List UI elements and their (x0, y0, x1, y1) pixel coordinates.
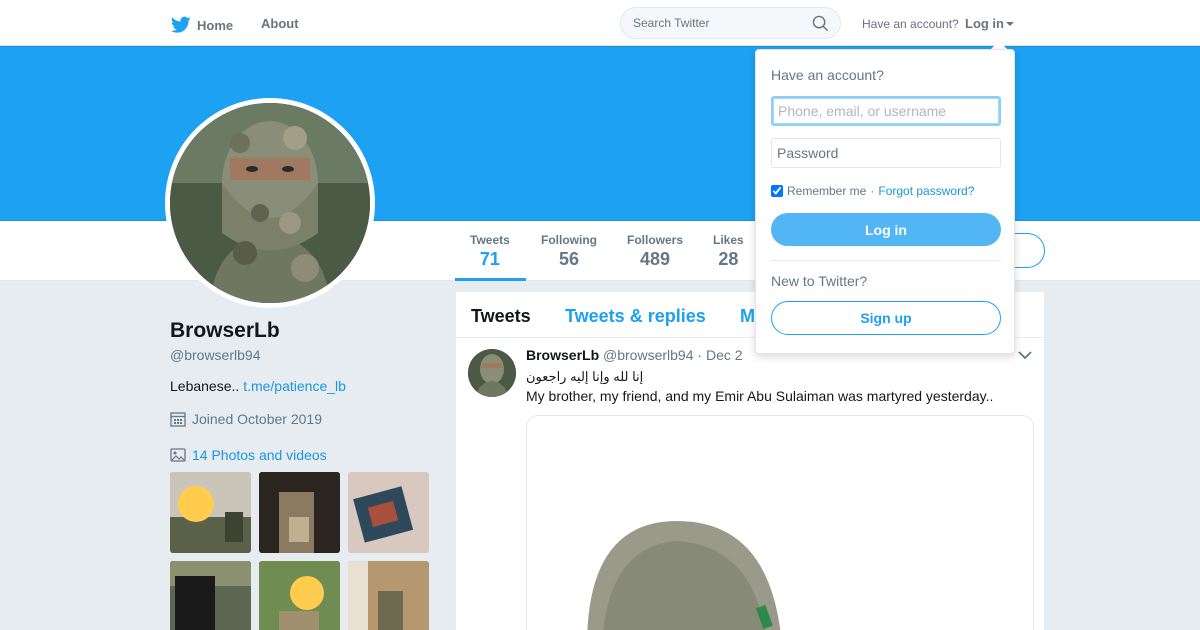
login-dropdown-toggle[interactable]: Log in (965, 16, 1014, 31)
stat-value: 71 (479, 249, 500, 269)
thumb-image (259, 472, 340, 553)
calendar-icon (170, 412, 186, 427)
nav-home-link[interactable]: Home (171, 16, 233, 34)
thumb-image (170, 561, 251, 630)
photos-label: 14 Photos and videos (192, 447, 327, 463)
top-nav-bar: Home About Have an account? Log in (0, 0, 1200, 46)
stat-value: 56 (558, 249, 580, 269)
login-button[interactable]: Log in (771, 213, 1001, 246)
chevron-down-icon[interactable] (1018, 350, 1032, 360)
thumb-image (348, 472, 429, 553)
bio-text: Lebanese.. (170, 378, 240, 394)
forgot-password-link[interactable]: Forgot password? (878, 184, 974, 198)
login-toggle-label: Log in (965, 16, 1004, 31)
photo-thumb[interactable] (348, 472, 429, 553)
search-input[interactable] (633, 16, 803, 30)
bio-link[interactable]: t.me/patience_lb (243, 378, 346, 394)
remember-row: Remember me · Forgot password? (771, 184, 974, 198)
password-field[interactable] (771, 138, 1001, 168)
active-stat-underline (455, 278, 526, 281)
tweet-date[interactable]: Dec 2 (706, 347, 743, 363)
tweet-header: BrowserLb @browserlb94 · Dec 2 (526, 347, 743, 363)
sunglasses-emoji-icon (290, 576, 324, 610)
tweet-avatar-image (468, 349, 516, 397)
tweet-media[interactable] (526, 415, 1034, 630)
tweet-separator: · (697, 347, 703, 363)
tab-media[interactable]: M (740, 306, 755, 327)
thumb-image (348, 561, 429, 630)
photo-thumb[interactable] (348, 561, 429, 630)
tweet-media-image (527, 416, 1033, 630)
photos-videos-link[interactable]: 14 Photos and videos (170, 447, 327, 463)
stat-value: 489 (639, 249, 671, 269)
avatar-image (170, 103, 370, 303)
stat-following[interactable]: Following 56 (541, 233, 597, 270)
signup-button[interactable]: Sign up (771, 301, 1001, 335)
joined-date: Joined October 2019 (170, 411, 322, 427)
tweet-avatar[interactable] (468, 349, 516, 397)
stat-followers[interactable]: Followers 489 (627, 233, 683, 270)
profile-avatar[interactable] (165, 98, 375, 308)
remember-checkbox[interactable] (771, 185, 783, 197)
profile-name: BrowserLb (170, 319, 280, 342)
tweet-author-handle[interactable]: @browserlb94 (603, 347, 693, 363)
search-box[interactable] (620, 7, 841, 39)
profile-bio: Lebanese.. t.me/patience_lb (170, 378, 346, 394)
dropdown-title: Have an account? (771, 67, 884, 83)
tab-tweets-replies[interactable]: Tweets & replies (565, 306, 706, 327)
image-icon (170, 448, 186, 462)
nav-about-link[interactable]: About (261, 16, 299, 31)
joined-label: Joined October 2019 (192, 411, 322, 427)
remember-separator: · (870, 184, 875, 198)
photo-thumb[interactable] (259, 472, 340, 553)
username-field[interactable] (771, 96, 1001, 126)
stat-likes[interactable]: Likes 28 (713, 233, 744, 270)
stat-label: Tweets (470, 233, 510, 247)
caret-down-icon (1006, 22, 1014, 26)
search-icon[interactable] (812, 15, 829, 32)
stat-label: Likes (713, 233, 744, 247)
photo-thumb[interactable] (259, 561, 340, 630)
emoji-face-icon (178, 486, 214, 522)
tab-tweets[interactable]: Tweets (471, 306, 531, 327)
photo-thumb[interactable] (170, 561, 251, 630)
masked-person-photo (170, 103, 370, 303)
nav-home-label: Home (197, 17, 234, 33)
dropdown-divider (771, 260, 1001, 261)
tweet-arabic-text: إنا لله وإنا إليه راجعون (526, 369, 644, 384)
tweet-text: My brother, my friend, and my Emir Abu S… (526, 388, 994, 404)
twitter-bird-icon (171, 16, 191, 33)
stat-value: 28 (718, 249, 739, 269)
profile-handle: @browserlb94 (170, 347, 261, 363)
remember-label: Remember me (787, 184, 867, 198)
new-to-twitter-text: New to Twitter? (771, 273, 868, 289)
login-dropdown: Have an account? Remember me · Forgot pa… (755, 49, 1015, 354)
stat-label: Followers (627, 233, 684, 247)
photo-thumb[interactable] (170, 472, 251, 553)
stat-label: Following (541, 233, 597, 247)
stat-tweets[interactable]: Tweets 71 (470, 233, 510, 270)
have-account-text: Have an account? (862, 17, 959, 31)
tweet-author-name[interactable]: BrowserLb (526, 347, 599, 363)
